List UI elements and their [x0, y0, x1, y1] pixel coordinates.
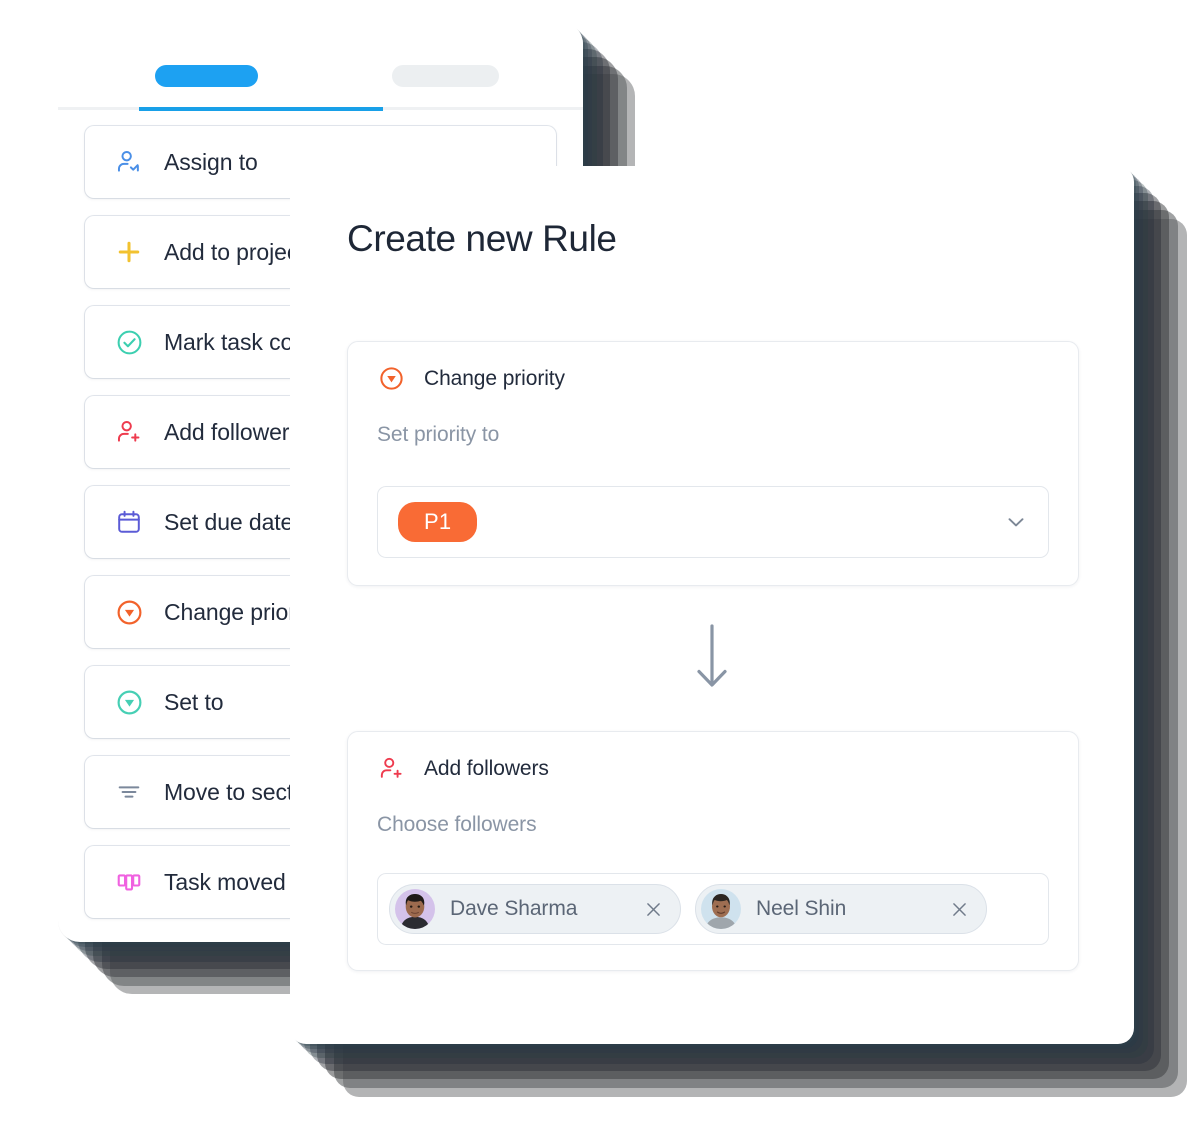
trigger-card-title: Change priority [424, 366, 565, 390]
status-down-icon [114, 687, 144, 717]
close-icon[interactable] [643, 899, 664, 920]
create-rule-dialog: Create new Rule Change priority Set prio… [290, 166, 1134, 1044]
page-title: Create new Rule [347, 218, 617, 259]
follower-name: Neel Shin [756, 897, 847, 920]
priority-down-icon [114, 597, 144, 627]
board-icon [114, 867, 144, 897]
plus-icon [114, 237, 144, 267]
person-plus-icon [114, 417, 144, 447]
action-label: Add to project [164, 238, 305, 265]
person-check-icon [114, 147, 144, 177]
action-label: Assign to [164, 148, 258, 175]
action-card-header: Add followers [348, 732, 1078, 783]
chevron-down-icon [1004, 510, 1028, 534]
person-plus-icon [377, 754, 406, 783]
followers-field-label: Choose followers [377, 813, 537, 836]
priority-value-chip: P1 [398, 502, 478, 542]
action-card-title: Add followers [424, 756, 549, 780]
followers-input[interactable]: Dave Sharma Neel Shin [377, 873, 1049, 945]
check-circle-icon [114, 327, 144, 357]
trigger-card: Change priority Set priority to P1 [347, 341, 1079, 586]
priority-field-label: Set priority to [377, 423, 500, 446]
trigger-card-header: Change priority [348, 342, 1078, 393]
action-label: Set to [164, 688, 224, 715]
priority-down-icon [377, 364, 406, 393]
sections-icon [114, 777, 144, 807]
priority-select[interactable]: P1 [377, 486, 1049, 558]
avatar [701, 889, 741, 929]
follower-chip[interactable]: Dave Sharma [389, 884, 681, 934]
action-label: Task moved to [164, 868, 311, 895]
arrow-down-icon [689, 621, 735, 693]
avatar [395, 889, 435, 929]
action-label: Set due date [164, 508, 294, 535]
panel-tabs [58, 22, 583, 111]
close-icon[interactable] [949, 899, 970, 920]
action-label: Add followers [164, 418, 301, 445]
tab-active-indicator [139, 107, 383, 111]
tab-active[interactable] [155, 65, 258, 87]
follower-chip[interactable]: Neel Shin [695, 884, 987, 934]
follower-name: Dave Sharma [450, 897, 578, 920]
action-card: Add followers Choose followers Dave Shar… [347, 731, 1079, 971]
calendar-icon [114, 507, 144, 537]
tab-inactive[interactable] [392, 65, 499, 87]
